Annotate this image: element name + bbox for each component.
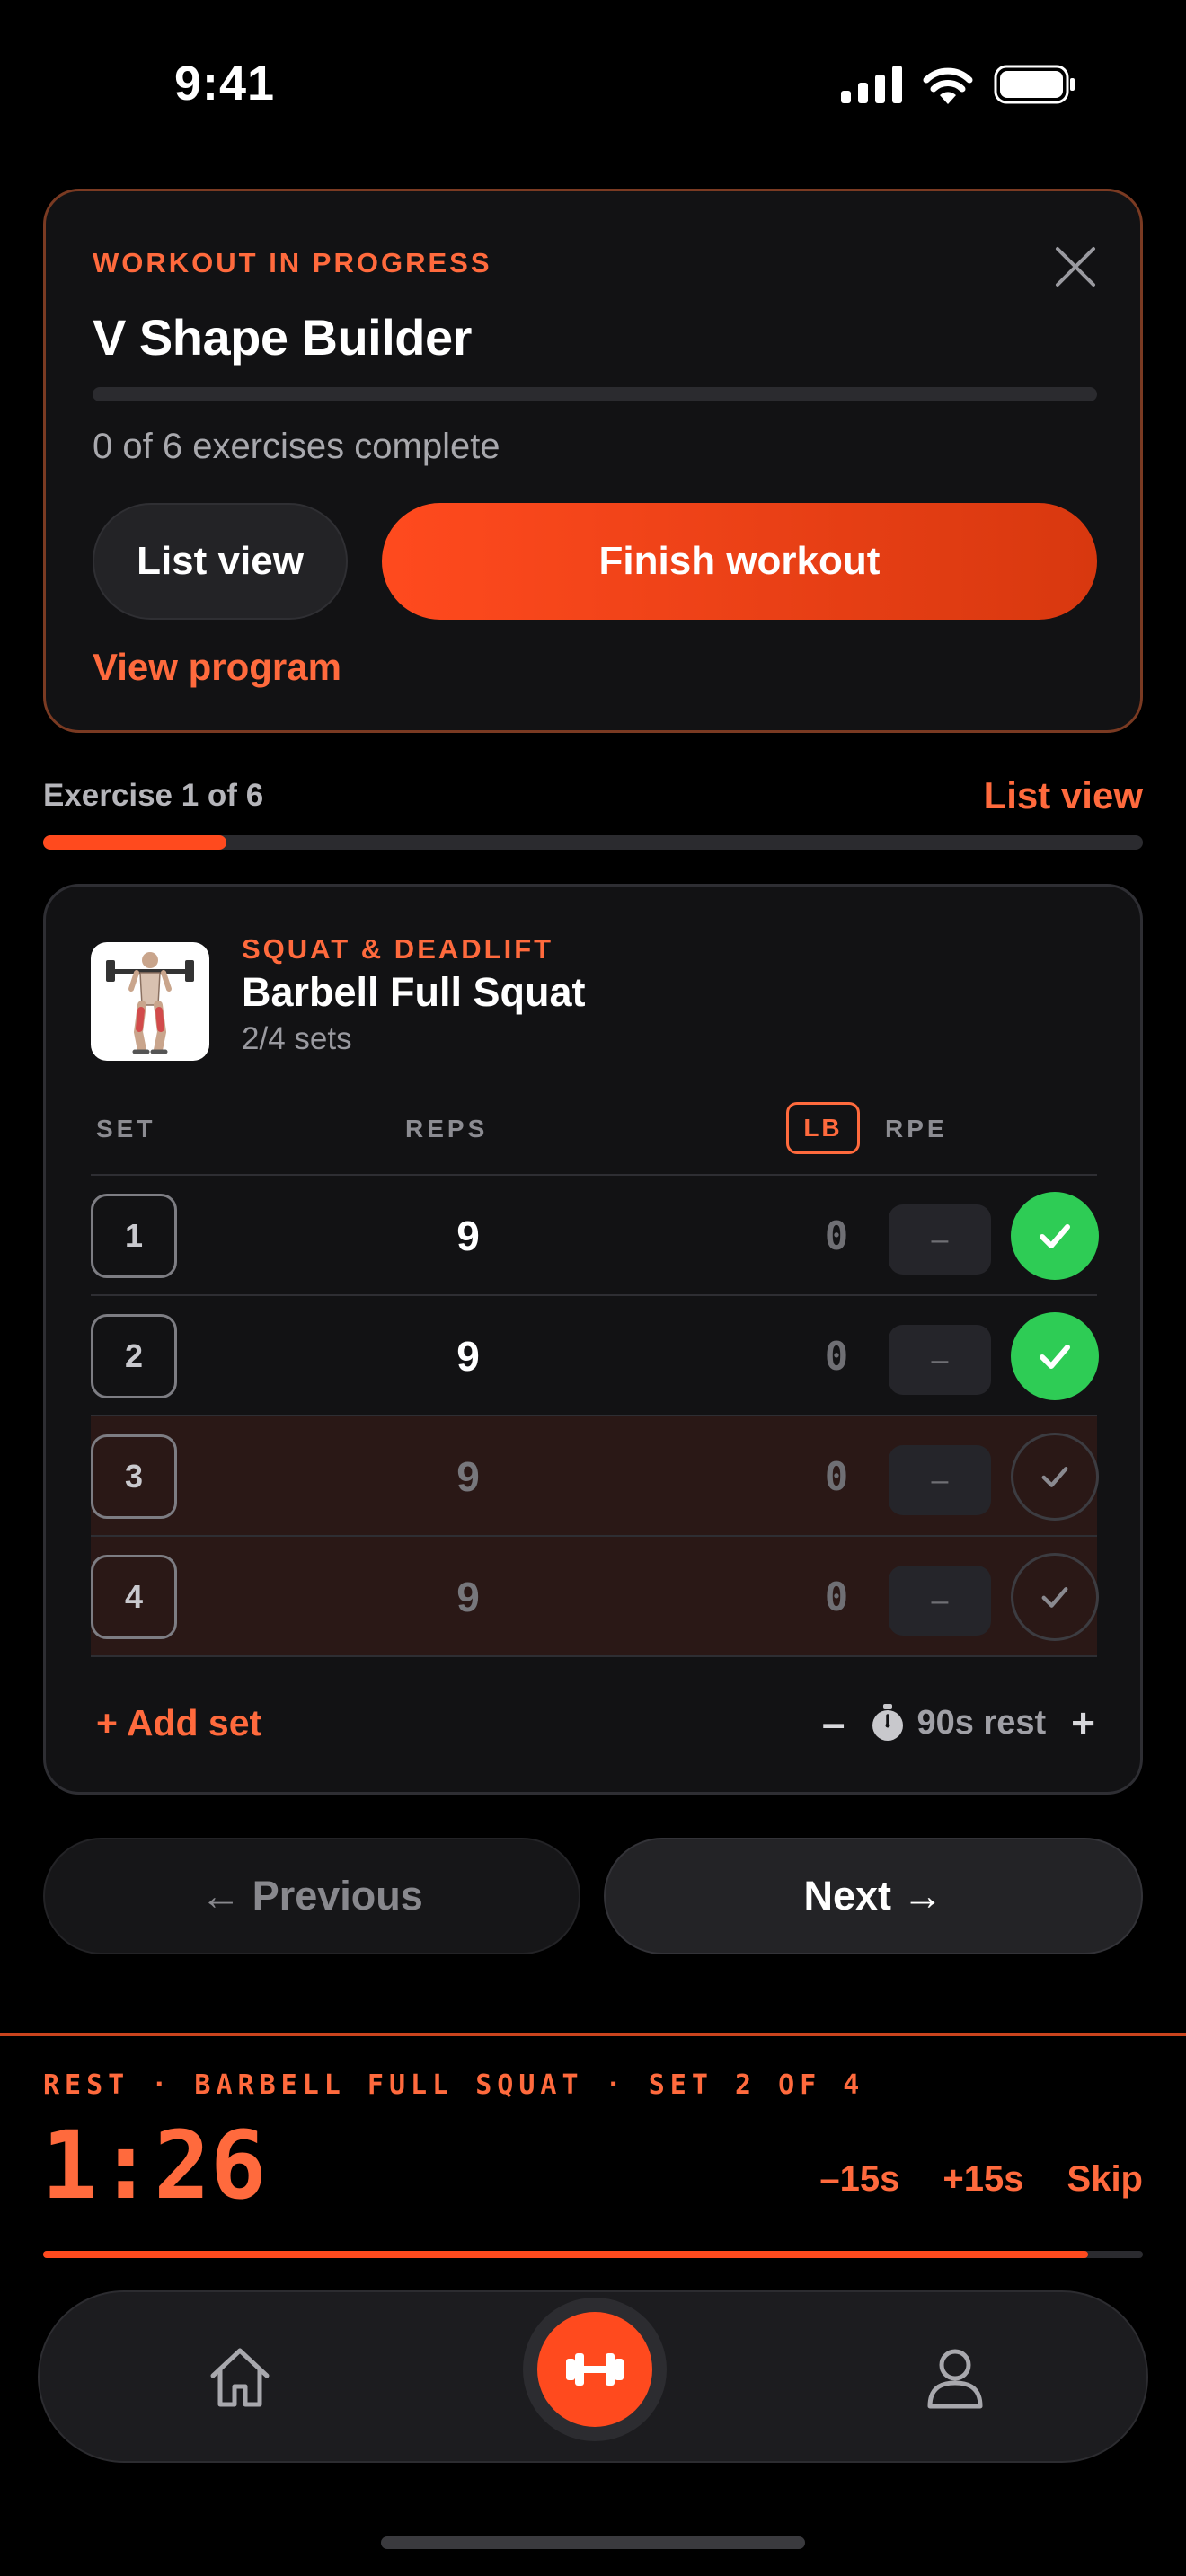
rest-timer-countdown: 1:26 (41, 2111, 267, 2220)
home-icon (210, 2348, 270, 2407)
tab-workout[interactable] (523, 2298, 667, 2441)
rest-minus-15-button[interactable]: –15s (819, 2159, 899, 2200)
previous-exercise-button[interactable]: ← Previous (43, 1838, 580, 1954)
set-number[interactable]: 3 (91, 1434, 177, 1519)
exercise-thumbnail[interactable] (91, 942, 209, 1061)
rest-control: – 90s rest + (822, 1698, 1095, 1747)
workout-card: WORKOUT IN PROGRESS V Shape Builder 0 of… (43, 189, 1143, 733)
rest-timer-kicker: REST · BARBELL FULL SQUAT · SET 2 OF 4 (43, 2069, 865, 2101)
set-weight-input[interactable]: 0 (810, 1296, 863, 1416)
workout-progress-text: 0 of 6 exercises complete (93, 427, 500, 466)
workout-progress-bar (93, 387, 1097, 401)
set-weight-input[interactable]: 0 (810, 1537, 863, 1657)
set-row: 1 9 0– (91, 1176, 1099, 1296)
add-set-button[interactable]: + Add set (96, 1702, 261, 1744)
check-icon (1041, 1467, 1068, 1487)
next-exercise-button[interactable]: Next → (604, 1838, 1143, 1954)
set-number[interactable]: 4 (91, 1555, 177, 1639)
workout-title: V Shape Builder (93, 309, 472, 366)
dumbbell-icon (566, 2353, 624, 2386)
set-complete-toggle[interactable] (1011, 1192, 1099, 1280)
set-complete-toggle[interactable] (1011, 1553, 1099, 1641)
set-row: 4 9 0– (91, 1537, 1099, 1657)
exercise-card: SQUAT & DEADLIFT Barbell Full Squat 2/4 … (43, 884, 1143, 1795)
rest-duration-label: 90s rest (916, 1703, 1047, 1742)
set-complete-toggle[interactable] (1011, 1312, 1099, 1400)
tab-bar (38, 2290, 1148, 2463)
set-reps-input[interactable]: 9 (423, 1296, 513, 1416)
rest-decrease-button[interactable]: – (822, 1698, 845, 1747)
rest-duration: 90s rest (870, 1703, 1046, 1742)
stopwatch-icon (872, 1704, 904, 1741)
column-header-reps: REPS (405, 1115, 489, 1142)
column-header-set: SET (96, 1115, 156, 1142)
set-rpe-input[interactable]: – (889, 1566, 991, 1636)
set-rpe-input[interactable]: – (889, 1325, 991, 1395)
set-reps-input[interactable]: 9 (423, 1537, 513, 1657)
exercise-list-view-link[interactable]: List view (984, 774, 1143, 817)
set-rpe-input[interactable]: – (889, 1204, 991, 1275)
set-reps-input[interactable]: 9 (423, 1176, 513, 1296)
wifi-icon (923, 67, 973, 104)
close-icon[interactable] (1050, 242, 1101, 292)
rest-plus-15-button[interactable]: +15s (943, 2159, 1023, 2200)
set-number[interactable]: 1 (91, 1194, 177, 1278)
finish-workout-button[interactable]: Finish workout (382, 503, 1097, 620)
view-program-link[interactable]: View program (93, 646, 341, 689)
set-weight-input[interactable]: 0 (810, 1416, 863, 1537)
home-indicator (381, 2536, 805, 2549)
workout-kicker: WORKOUT IN PROGRESS (93, 247, 492, 278)
squat-figure-icon (106, 952, 194, 1054)
status-icons (841, 65, 1076, 104)
set-weight-input[interactable]: 0 (810, 1176, 863, 1296)
unit-toggle[interactable]: LB (786, 1102, 860, 1154)
exercise-counter: Exercise 1 of 6 (43, 778, 264, 813)
exercise-progress-fill (43, 835, 227, 850)
rest-timer-progress-bar (43, 2251, 1143, 2258)
set-reps-input[interactable]: 9 (423, 1416, 513, 1537)
tab-home[interactable] (201, 2339, 279, 2416)
check-icon (1040, 1224, 1070, 1248)
rest-timer-actions: –15s +15s Skip (819, 2159, 1143, 2200)
tab-workout-button[interactable] (537, 2312, 652, 2427)
exercise-name: Barbell Full Squat (242, 969, 586, 1015)
exercise-category: SQUAT & DEADLIFT (242, 933, 554, 965)
column-header-rpe: RPE (885, 1115, 948, 1142)
profile-icon (927, 2349, 983, 2409)
exercise-progress-bar (43, 835, 1143, 850)
rest-skip-button[interactable]: Skip (1067, 2159, 1143, 2200)
set-complete-toggle[interactable] (1011, 1433, 1099, 1521)
status-time: 9:41 (174, 57, 276, 110)
rest-timer-progress-fill (43, 2251, 1088, 2258)
rest-increase-button[interactable]: + (1071, 1698, 1095, 1747)
tab-profile[interactable] (916, 2339, 994, 2416)
battery-icon (994, 65, 1075, 104)
set-row: 2 9 0– (91, 1296, 1099, 1416)
check-icon (1041, 1587, 1068, 1608)
check-icon (1040, 1345, 1070, 1369)
signal-icon (841, 66, 902, 103)
set-row: 3 9 0– (91, 1416, 1099, 1537)
exercise-sets-count: 2/4 sets (242, 1021, 352, 1056)
set-rpe-input[interactable]: – (889, 1445, 991, 1515)
list-view-button[interactable]: List view (93, 503, 348, 620)
set-number[interactable]: 2 (91, 1314, 177, 1398)
rest-divider (0, 2033, 1186, 2036)
status-bar: 9:41 (0, 0, 1186, 171)
